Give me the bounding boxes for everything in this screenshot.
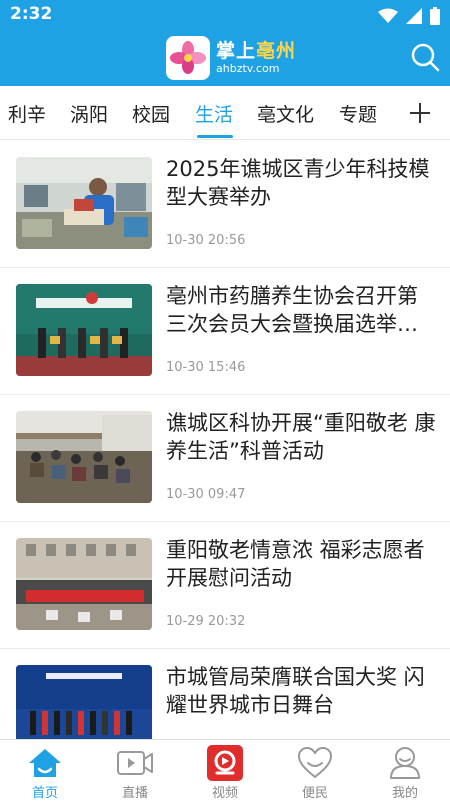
- tab-life[interactable]: 生活: [195, 100, 233, 127]
- tab-campus[interactable]: 校园: [132, 100, 170, 127]
- logo-flower-icon: [166, 36, 210, 80]
- news-item[interactable]: 2025年谯城区青少年科技模型大赛举办 10-30 20:56: [0, 141, 450, 268]
- nav-live-label: 直播: [121, 786, 148, 801]
- status-bar: 2:32: [0, 0, 450, 32]
- news-title: 市城管局荣膺联合国大奖 闪耀世界城市日舞台: [166, 665, 425, 717]
- news-title: 2025年谯城区青少年科技模型大赛举办: [166, 157, 430, 209]
- nav-mine-label: 我的: [391, 786, 418, 801]
- tab-bo-culture[interactable]: 亳文化: [257, 100, 314, 127]
- bottom-nav: 首页 直播 视频 便民 我的: [0, 739, 450, 801]
- news-time: 10-30 09:47: [166, 487, 246, 502]
- tab-special[interactable]: 专题: [339, 100, 377, 127]
- news-thumbnail: [16, 411, 152, 503]
- app-logo: 掌上亳州 ahbztv.com: [166, 36, 296, 80]
- news-time: 10-30 15:46: [166, 360, 246, 375]
- tab-lixin[interactable]: 利辛: [8, 100, 46, 127]
- status-time: 2:32: [10, 4, 53, 24]
- nav-home-label: 首页: [31, 786, 58, 801]
- news-time: 10-30 20:56: [166, 233, 246, 248]
- news-title: 谯城区科协开展“重阳敬老 康养生活”科普活动: [166, 411, 436, 463]
- news-item[interactable]: 亳州市药膳养生协会召开第三次会员大会暨换届选举大会 10-30 15:46: [0, 268, 450, 395]
- heart-icon: [296, 745, 334, 781]
- news-thumbnail: [16, 157, 152, 249]
- news-title: 亳州市药膳养生协会召开第三次会员大会暨换届选举大会: [166, 284, 418, 336]
- wifi-icon: [378, 8, 398, 23]
- user-icon: [386, 745, 424, 781]
- add-tab-icon[interactable]: [406, 98, 434, 128]
- home-icon: [26, 745, 64, 781]
- battery-icon: [430, 7, 440, 25]
- news-time: 10-29 20:32: [166, 614, 246, 629]
- video-icon: [116, 745, 154, 781]
- news-thumbnail: [16, 665, 152, 739]
- news-thumbnail: [16, 538, 152, 630]
- nav-video-label: 视频: [211, 786, 238, 801]
- tab-guoyang[interactable]: 涡阳: [70, 100, 108, 127]
- category-tabs: 利辛 涡阳 校园 生活 亳文化 专题: [0, 86, 450, 140]
- nav-service[interactable]: 便民: [270, 740, 360, 801]
- logo-title: 掌上亳州: [216, 40, 297, 62]
- news-item[interactable]: 市城管局荣膺联合国大奖 闪耀世界城市日舞台: [0, 649, 450, 739]
- search-icon[interactable]: [410, 42, 440, 72]
- nav-mine[interactable]: 我的: [360, 740, 450, 801]
- news-item[interactable]: 重阳敬老情意浓 福彩志愿者开展慰问活动 10-29 20:32: [0, 522, 450, 649]
- nav-service-label: 便民: [301, 786, 328, 801]
- status-icons: [378, 6, 440, 26]
- logo-subtitle: ahbztv.com: [216, 62, 280, 75]
- nav-video[interactable]: 视频: [180, 740, 270, 801]
- news-thumbnail: [16, 284, 152, 376]
- news-list: 2025年谯城区青少年科技模型大赛举办 10-30 20:56 亳州市药膳养生协…: [0, 141, 450, 739]
- news-title: 重阳敬老情意浓 福彩志愿者开展慰问活动: [166, 538, 425, 590]
- nav-home[interactable]: 首页: [0, 740, 90, 801]
- nav-live[interactable]: 直播: [90, 740, 180, 801]
- news-item[interactable]: 谯城区科协开展“重阳敬老 康养生活”科普活动 10-30 09:47: [0, 395, 450, 522]
- app-header: 2:32 掌上亳州 ahbztv.com: [0, 0, 450, 86]
- signal-icon: [406, 8, 422, 24]
- active-tab-indicator: [197, 135, 233, 138]
- video-app-icon: [206, 745, 244, 781]
